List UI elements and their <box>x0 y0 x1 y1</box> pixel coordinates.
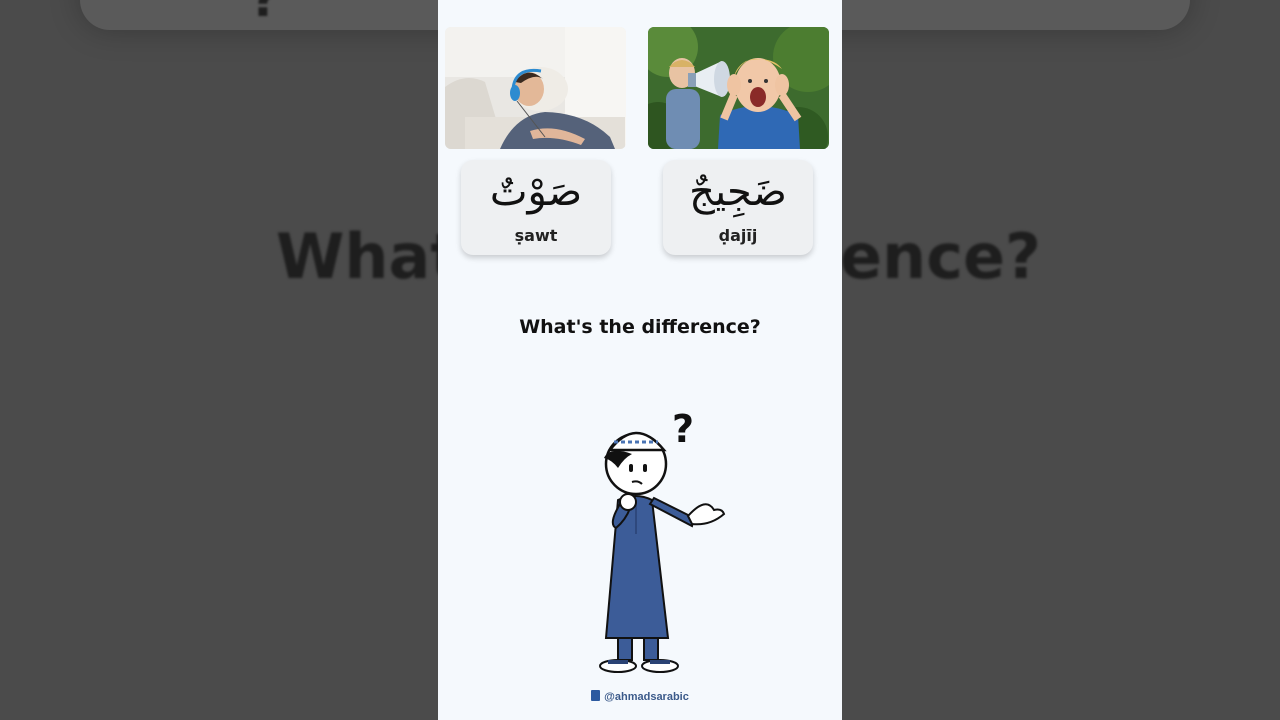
background-question-right: ence? <box>840 220 1041 293</box>
video-panel[interactable]: صَوْتٌ ṣawt ضَجِيجٌ ḍajīj What's the dif… <box>438 0 842 720</box>
background-question-left: What <box>276 220 461 293</box>
transliteration-sawt: ṣawt <box>514 226 558 245</box>
thinking-character-illustration: ? <box>588 398 738 683</box>
book-icon <box>591 690 601 701</box>
word-card-dajij: ضَجِيجٌ ḍajīj <box>663 160 813 255</box>
word-card-sawt: صَوْتٌ ṣawt <box>461 160 611 255</box>
transliteration-dajij: ḍajīj <box>718 226 758 245</box>
svg-text:?: ? <box>672 407 694 451</box>
channel-handle: @ahmadsarabic <box>438 690 842 703</box>
channel-handle-text: @ahmadsarabic <box>604 691 689 703</box>
photo-boy-with-megaphone <box>648 27 829 149</box>
arabic-word-dajij: ضَجِيجٌ <box>689 169 787 215</box>
question-text: What's the difference? <box>519 316 761 338</box>
background-mark: ? <box>250 0 279 28</box>
photo-man-with-headphones <box>445 27 626 149</box>
arabic-word-sawt: صَوْتٌ <box>489 169 583 215</box>
